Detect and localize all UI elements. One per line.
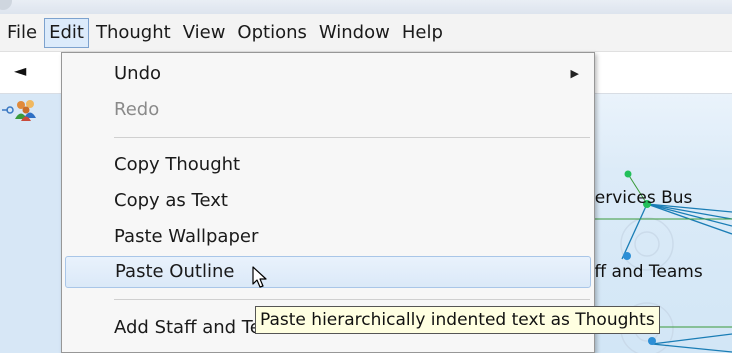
menu-item-redo: Redo [65, 94, 591, 126]
thought-node[interactable] [624, 170, 632, 178]
menu-item-copy-thought[interactable]: Copy Thought [65, 149, 591, 181]
people-icon[interactable] [14, 99, 38, 121]
back-arrow-icon[interactable]: ◄ [14, 61, 26, 80]
menu-help[interactable]: Help [397, 18, 448, 48]
menu-separator [114, 299, 590, 300]
menu-view[interactable]: View [178, 18, 231, 48]
menu-separator [114, 137, 590, 138]
menu-edit[interactable]: Edit [44, 17, 89, 48]
menu-item-copy-as-text[interactable]: Copy as Text [65, 185, 591, 217]
menu-file[interactable]: File [2, 18, 42, 48]
thought-label-staff[interactable]: aff and Teams [584, 262, 703, 282]
menu-options[interactable]: Options [232, 18, 311, 48]
menu-item-label: Redo [114, 99, 160, 120]
submenu-arrow-icon: ▶ [570, 67, 579, 80]
left-panel [0, 94, 62, 353]
thought-label-services[interactable]: Services Bus [584, 188, 692, 208]
window-corner [0, 0, 12, 10]
menu-thought[interactable]: Thought [91, 18, 176, 48]
menu-item-paste-wallpaper[interactable]: Paste Wallpaper [65, 221, 591, 253]
pointer-cursor-icon [252, 266, 267, 288]
window-chrome [0, 0, 732, 14]
menu-item-label: Copy as Text [114, 190, 228, 211]
thought-node[interactable] [648, 337, 656, 345]
thought-node[interactable] [623, 252, 631, 260]
menu-item-label: Paste Wallpaper [114, 226, 259, 247]
menu-item-paste-outline[interactable]: Paste Outline [65, 256, 591, 288]
tooltip: Paste hierarchically indented text as Th… [255, 306, 660, 334]
menu-item-label: Paste Outline [115, 261, 235, 282]
menu-item-undo[interactable]: Undo ▶ [65, 58, 591, 90]
menu-item-label: Copy Thought [114, 154, 241, 175]
menu-item-label: Undo [114, 63, 162, 84]
menu-window[interactable]: Window [314, 18, 395, 48]
menu-bar: File Edit Thought View Options Window He… [0, 14, 732, 52]
link-icon[interactable] [2, 106, 14, 114]
